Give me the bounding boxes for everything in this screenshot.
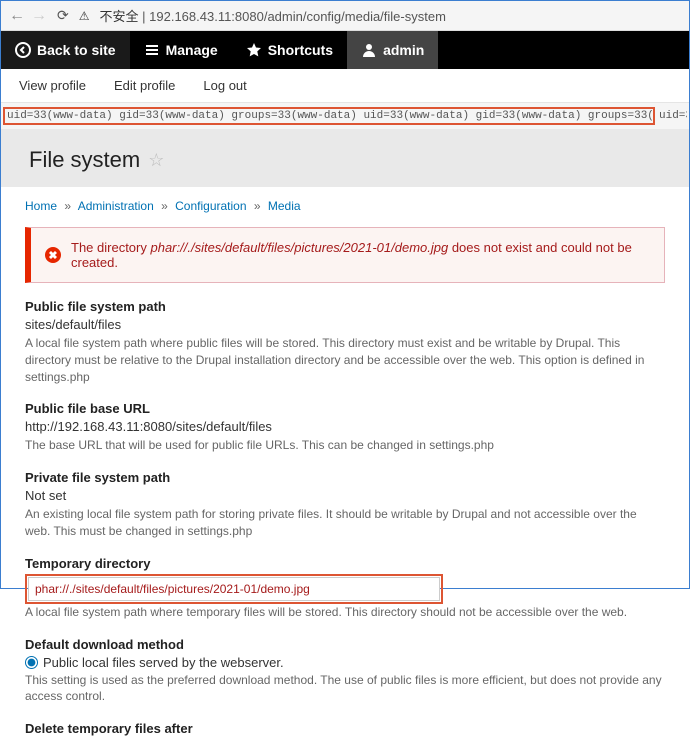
download-method-radio[interactable] [25, 656, 38, 669]
user-sub-toolbar: View profile Edit profile Log out [1, 69, 689, 103]
public-base-url-label: Public file base URL [25, 401, 665, 416]
star-icon [246, 42, 262, 58]
address-bar[interactable]: 不安全 | 192.168.43.11:8080/admin/config/me… [100, 6, 446, 25]
exploit-output-row: uid=33(www-data) gid=33(www-data) groups… [1, 103, 689, 129]
forward-arrow-icon[interactable]: → [31, 7, 47, 25]
download-method-desc: This setting is used as the preferred do… [25, 672, 665, 706]
insecure-label: 不安全 [100, 9, 139, 24]
edit-profile-link[interactable]: Edit profile [114, 78, 175, 93]
url-text: 192.168.43.11:8080/admin/config/media/fi… [149, 9, 446, 24]
hamburger-icon [144, 42, 160, 58]
back-arrow-icon[interactable]: ← [9, 7, 25, 25]
back-to-site-button[interactable]: Back to site [1, 31, 130, 69]
shortcuts-button[interactable]: Shortcuts [232, 31, 347, 69]
log-out-link[interactable]: Log out [203, 78, 246, 93]
browser-chrome: ← → ⟳ ⚠ 不安全 | 192.168.43.11:8080/admin/c… [1, 1, 689, 31]
private-path-item: Private file system path Not set An exis… [25, 470, 665, 540]
breadcrumb-admin[interactable]: Administration [78, 199, 154, 213]
breadcrumb-home[interactable]: Home [25, 199, 57, 213]
public-base-url-desc: The base URL that will be used for publi… [25, 437, 665, 454]
download-method-item: Default download method Public local fil… [25, 637, 665, 706]
admin-toolbar: Back to site Manage Shortcuts admin [1, 31, 689, 69]
public-file-path-value: sites/default/files [25, 317, 665, 332]
public-file-path-label: Public file system path [25, 299, 665, 314]
reload-icon[interactable]: ⟳ [57, 7, 69, 24]
breadcrumb-media[interactable]: Media [268, 199, 301, 213]
back-circle-icon [15, 42, 31, 58]
download-method-label: Default download method [25, 637, 665, 652]
star-outline-icon[interactable]: ☆ [148, 150, 164, 171]
download-method-option[interactable]: Public local files served by the webserv… [25, 655, 665, 670]
temp-dir-item: Temporary directory A local file system … [25, 556, 665, 621]
delete-temp-label: Delete temporary files after [25, 721, 665, 736]
delete-temp-item: Delete temporary files after [25, 721, 665, 736]
content-region: Home » Administration » Configuration » … [1, 187, 689, 751]
view-profile-link[interactable]: View profile [19, 78, 86, 93]
exploit-output-tail: uid=33(w [655, 110, 687, 122]
manage-button[interactable]: Manage [130, 31, 232, 69]
download-method-option-label: Public local files served by the webserv… [43, 655, 284, 670]
page-title: File system ☆ [29, 147, 661, 173]
public-base-url-item: Public file base URL http://192.168.43.1… [25, 401, 665, 454]
insecure-icon: ⚠ [79, 9, 90, 23]
private-path-value: Not set [25, 488, 665, 503]
temp-dir-desc: A local file system path where temporary… [25, 604, 665, 621]
title-region: File system ☆ [1, 129, 689, 187]
private-path-desc: An existing local file system path for s… [25, 506, 665, 540]
nav-arrows: ← → [9, 7, 47, 25]
error-message: ✖ The directory phar://./sites/default/f… [25, 227, 665, 283]
public-file-path-item: Public file system path sites/default/fi… [25, 299, 665, 385]
user-icon [361, 42, 377, 58]
temp-dir-label: Temporary directory [25, 556, 665, 571]
exploit-output-highlight: uid=33(www-data) gid=33(www-data) groups… [3, 107, 655, 125]
private-path-label: Private file system path [25, 470, 665, 485]
admin-user-button[interactable]: admin [347, 31, 438, 69]
breadcrumb-config[interactable]: Configuration [175, 199, 246, 213]
public-base-url-value: http://192.168.43.11:8080/sites/default/… [25, 419, 665, 434]
public-file-path-desc: A local file system path where public fi… [25, 335, 665, 385]
error-icon: ✖ [45, 247, 61, 263]
breadcrumb: Home » Administration » Configuration » … [25, 199, 665, 213]
error-text: The directory phar://./sites/default/fil… [71, 240, 650, 270]
